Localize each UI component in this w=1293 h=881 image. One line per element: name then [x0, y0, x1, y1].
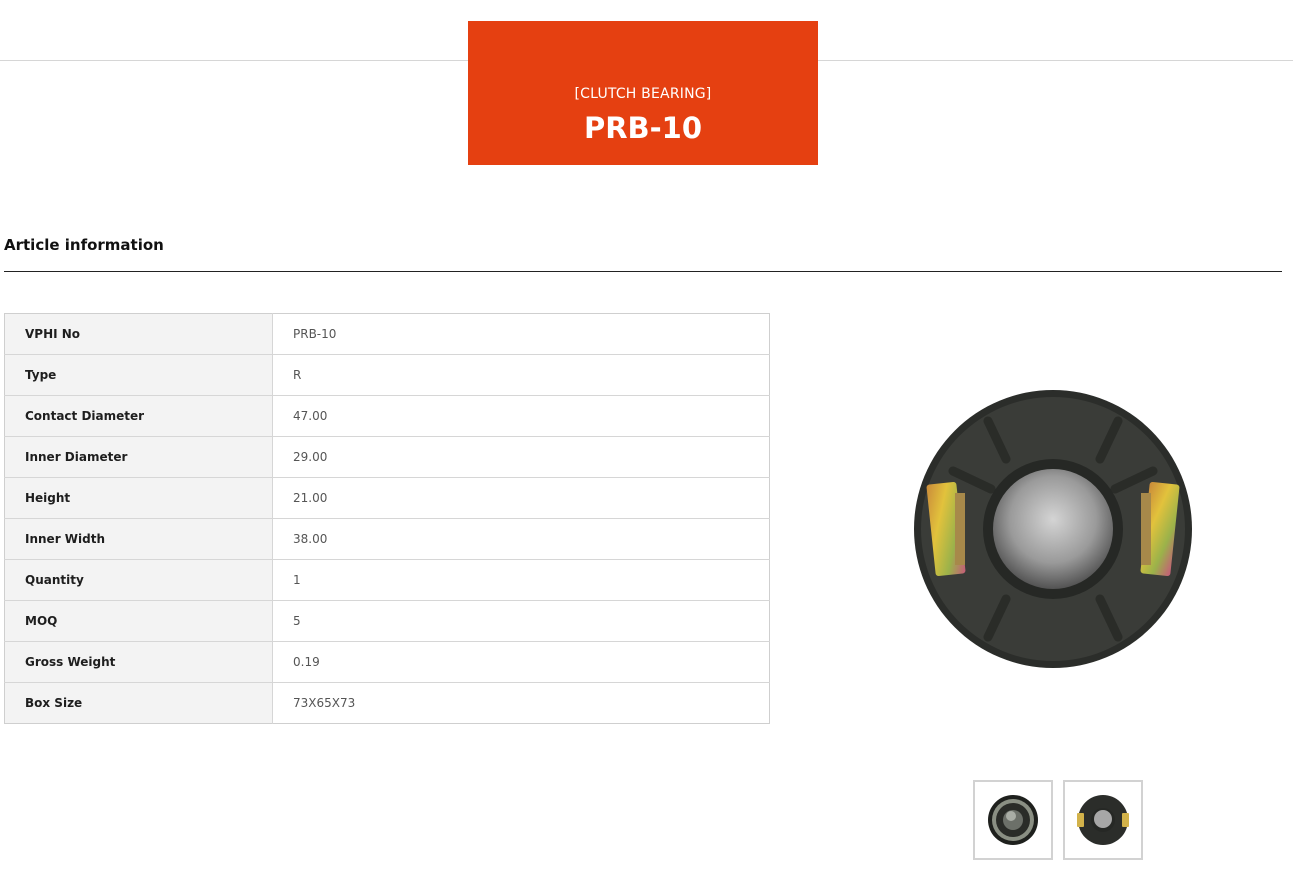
table-row: Inner Width 38.00: [4, 518, 770, 560]
product-thumbnail-front[interactable]: [1063, 780, 1143, 860]
spec-value: PRB-10: [272, 313, 770, 355]
spec-label: Inner Diameter: [4, 436, 273, 478]
spec-value: 5: [272, 600, 770, 642]
spec-value: 73X65X73: [272, 682, 770, 724]
spec-value: R: [272, 354, 770, 396]
spec-value: 1: [272, 559, 770, 601]
section-divider: [4, 271, 1282, 272]
product-main-image: [914, 390, 1192, 668]
spec-value: 29.00: [272, 436, 770, 478]
spec-label: Height: [4, 477, 273, 519]
spec-value: 21.00: [272, 477, 770, 519]
table-row: Quantity 1: [4, 559, 770, 601]
table-row: Inner Diameter 29.00: [4, 436, 770, 478]
table-row: MOQ 5: [4, 600, 770, 642]
spec-value: 0.19: [272, 641, 770, 683]
table-row: VPHI No PRB-10: [4, 313, 770, 355]
table-row: Gross Weight 0.19: [4, 641, 770, 683]
article-spec-table: VPHI No PRB-10 Type R Contact Diameter 4…: [4, 313, 770, 724]
spec-value: 38.00: [272, 518, 770, 560]
spec-label: VPHI No: [4, 313, 273, 355]
spec-value: 47.00: [272, 395, 770, 437]
table-row: Type R: [4, 354, 770, 396]
spec-label: Inner Width: [4, 518, 273, 560]
table-row: Box Size 73X65X73: [4, 682, 770, 724]
product-category: [CLUTCH BEARING]: [574, 86, 712, 102]
spec-label: Type: [4, 354, 273, 396]
bearing-side-thumbnail-image: [988, 795, 1038, 845]
table-row: Contact Diameter 47.00: [4, 395, 770, 437]
spec-label: Quantity: [4, 559, 273, 601]
article-information-heading: Article information: [4, 236, 164, 254]
bearing-front-thumbnail-image: [1077, 795, 1129, 845]
table-row: Height 21.00: [4, 477, 770, 519]
spec-label: MOQ: [4, 600, 273, 642]
spec-label: Contact Diameter: [4, 395, 273, 437]
spec-label: Box Size: [4, 682, 273, 724]
spec-label: Gross Weight: [4, 641, 273, 683]
product-title-banner: [CLUTCH BEARING] PRB-10: [468, 21, 818, 165]
product-thumbnail-side[interactable]: [973, 780, 1053, 860]
product-code: PRB-10: [583, 111, 703, 145]
